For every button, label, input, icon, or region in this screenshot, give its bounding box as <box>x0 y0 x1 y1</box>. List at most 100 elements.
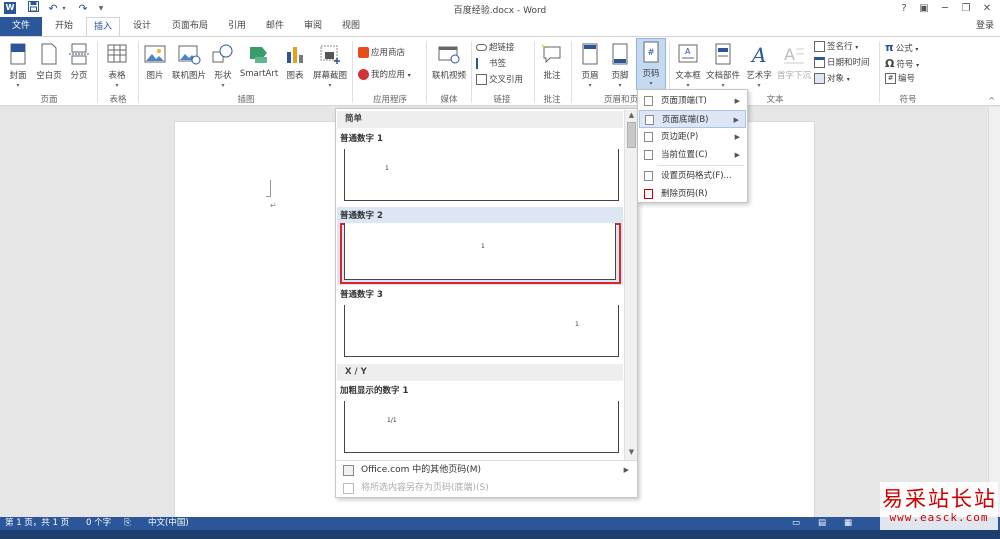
proofing-icon[interactable]: ⎘ <box>124 517 131 530</box>
number-button[interactable]: # 编号 <box>885 72 915 87</box>
menu-item-bottom-of-page[interactable]: 页面底端(B) ▶ <box>639 110 746 128</box>
tab-review[interactable]: 审阅 <box>298 17 328 36</box>
wordart-button[interactable]: A 艺术字 ▾ <box>743 41 775 89</box>
tab-page-layout[interactable]: 页面布局 <box>166 17 214 36</box>
gallery-item-plain-number-1[interactable]: 1 <box>344 149 619 201</box>
group-label-symbols: 符号 <box>899 95 917 105</box>
screenshot-dropdown-icon: ▾ <box>328 82 332 89</box>
more-page-numbers-office-com[interactable]: Office.com 中的其他页码(M) ▶ <box>337 461 637 480</box>
scroll-up-icon[interactable]: ▲ <box>627 111 636 120</box>
tab-view[interactable]: 视图 <box>336 17 366 36</box>
online-pictures-button[interactable]: 联机图片 <box>169 41 209 81</box>
language-status[interactable]: 中文(中国) <box>148 517 189 530</box>
menu-item-remove-page-numbers[interactable]: 删除页码(R) <box>639 185 746 203</box>
date-time-icon <box>814 57 825 68</box>
equation-button[interactable]: π 公式 ▾ <box>885 40 918 55</box>
group-separator <box>879 41 880 103</box>
page-break-button[interactable]: 分页 <box>66 41 92 81</box>
help-icon[interactable]: ? <box>897 1 911 16</box>
group-label-links: 链接 <box>493 95 511 105</box>
login-link[interactable]: 登录 <box>972 17 998 36</box>
maximize-icon[interactable]: ❐ <box>959 1 973 16</box>
save-selection-icon <box>343 483 354 494</box>
footer-label: 页脚 <box>611 71 629 81</box>
page-margins-icon <box>644 132 653 142</box>
wordart-label: 艺术字 <box>746 71 772 81</box>
page-number-button[interactable]: # 页码 ▾ <box>636 38 666 90</box>
app-store-button[interactable]: 应用商店 <box>358 46 405 61</box>
read-mode-icon[interactable]: ▭ <box>792 517 800 530</box>
page-number-menu: 页面顶端(T) ▶ 页面底端(B) ▶ 页边距(P) ▶ 当前位置(C) ▶ 设… <box>637 89 748 203</box>
menu-item-page-margins[interactable]: 页边距(P) ▶ <box>639 128 746 146</box>
bookmark-button[interactable]: 书签 <box>476 57 506 72</box>
menu-item-top-of-page[interactable]: 页面顶端(T) ▶ <box>639 92 746 110</box>
tab-file[interactable]: 文件 <box>0 17 42 36</box>
number-label: 编号 <box>898 74 916 84</box>
symbol-label: 符号 <box>896 60 914 70</box>
symbol-button[interactable]: Ω 符号 ▾ <box>885 56 919 71</box>
remove-page-numbers-icon <box>644 189 653 199</box>
online-video-button[interactable]: 联机视频 <box>430 41 468 81</box>
menu-item-format-page-numbers[interactable]: 设置页码格式(F)... <box>639 167 746 185</box>
gallery-scrollbar[interactable]: ▲ ▼ <box>624 110 637 460</box>
close-icon[interactable]: ✕ <box>980 1 994 16</box>
pictures-button[interactable]: 图片 <box>142 41 168 81</box>
shapes-button[interactable]: 形状 ▾ <box>210 41 236 89</box>
tab-home[interactable]: 开始 <box>48 17 80 36</box>
watermark-title: 易采站长站 <box>882 487 997 511</box>
menu-item-current-position[interactable]: 当前位置(C) ▶ <box>639 146 746 164</box>
print-layout-icon[interactable]: ▤ <box>818 517 826 530</box>
submenu-arrow-icon: ▶ <box>733 116 739 124</box>
text-box-dropdown-icon: ▾ <box>686 82 690 89</box>
signature-line-button[interactable]: 签名行 ▾ <box>814 40 858 55</box>
drop-cap-button[interactable]: A 首字下沉 <box>776 41 812 81</box>
cover-page-dropdown-icon: ▾ <box>16 82 20 89</box>
group-separator <box>471 41 472 103</box>
table-button[interactable]: 表格 ▾ <box>102 41 132 89</box>
format-page-numbers-icon <box>644 171 653 181</box>
gallery-scroll-thumb[interactable] <box>627 122 636 148</box>
scroll-down-icon[interactable]: ▼ <box>627 448 636 457</box>
comment-button[interactable]: 批注 <box>538 41 566 81</box>
cover-page-button[interactable]: 封面 ▾ <box>4 41 32 89</box>
group-label-pages: 页面 <box>40 95 58 105</box>
vertical-scrollbar[interactable] <box>988 107 1000 517</box>
office-com-icon <box>343 465 354 476</box>
submenu-arrow-icon: ▶ <box>734 97 740 105</box>
gallery-section-xy: X / Y <box>337 364 623 381</box>
chart-button[interactable]: 图表 <box>282 41 308 81</box>
cross-reference-button[interactable]: 交叉引用 <box>476 73 523 88</box>
text-box-button[interactable]: A 文本框 ▾ <box>673 41 703 89</box>
comment-label: 批注 <box>543 71 561 81</box>
smartart-button[interactable]: SmartArt <box>238 41 280 79</box>
gallery-item-plain-number-3[interactable]: 1 <box>344 305 619 357</box>
object-button[interactable]: 对象 ▾ <box>814 72 850 87</box>
screenshot-button[interactable]: 屏幕截图 ▾ <box>310 41 350 89</box>
page-count-status[interactable]: 第 1 页，共 1 页 <box>5 517 69 530</box>
header-button[interactable]: 页眉 ▾ <box>576 41 604 89</box>
tab-references[interactable]: 引用 <box>222 17 252 36</box>
collapse-ribbon-icon[interactable]: ^ <box>988 96 995 105</box>
word-count-status[interactable]: 0 个字 <box>86 517 111 530</box>
gallery-item-plain-number-2[interactable]: 1 <box>340 223 621 284</box>
cover-page-label: 封面 <box>9 71 27 81</box>
footer-button[interactable]: 页脚 ▾ <box>606 41 634 89</box>
date-time-button[interactable]: 日期和时间 <box>814 56 870 71</box>
quick-parts-button[interactable]: 文档部件 ▾ <box>705 41 741 89</box>
svg-text:#: # <box>647 48 655 58</box>
blank-page-button[interactable]: 空白页 <box>34 41 64 81</box>
my-apps-button[interactable]: 我的应用 ▾ <box>358 68 411 83</box>
quick-parts-icon <box>715 43 731 65</box>
menu-item-label: 设置页码格式(F)... <box>661 171 732 181</box>
tab-mailings[interactable]: 邮件 <box>260 17 290 36</box>
web-layout-icon[interactable]: ▦ <box>844 517 852 530</box>
tab-design[interactable]: 设计 <box>126 17 158 36</box>
footer-icon <box>612 43 628 65</box>
hyperlink-button[interactable]: 超链接 <box>476 41 515 56</box>
comment-icon <box>541 44 561 64</box>
save-selection-as-page-number: 将所选内容另存为页码(底端)(S) <box>337 479 637 498</box>
ribbon-display-options-icon[interactable]: ▣ <box>917 1 931 16</box>
tab-insert[interactable]: 插入 <box>86 17 120 37</box>
minimize-icon[interactable]: ─ <box>938 1 952 16</box>
gallery-item-bold-number-1[interactable]: 1/1 <box>344 401 619 453</box>
